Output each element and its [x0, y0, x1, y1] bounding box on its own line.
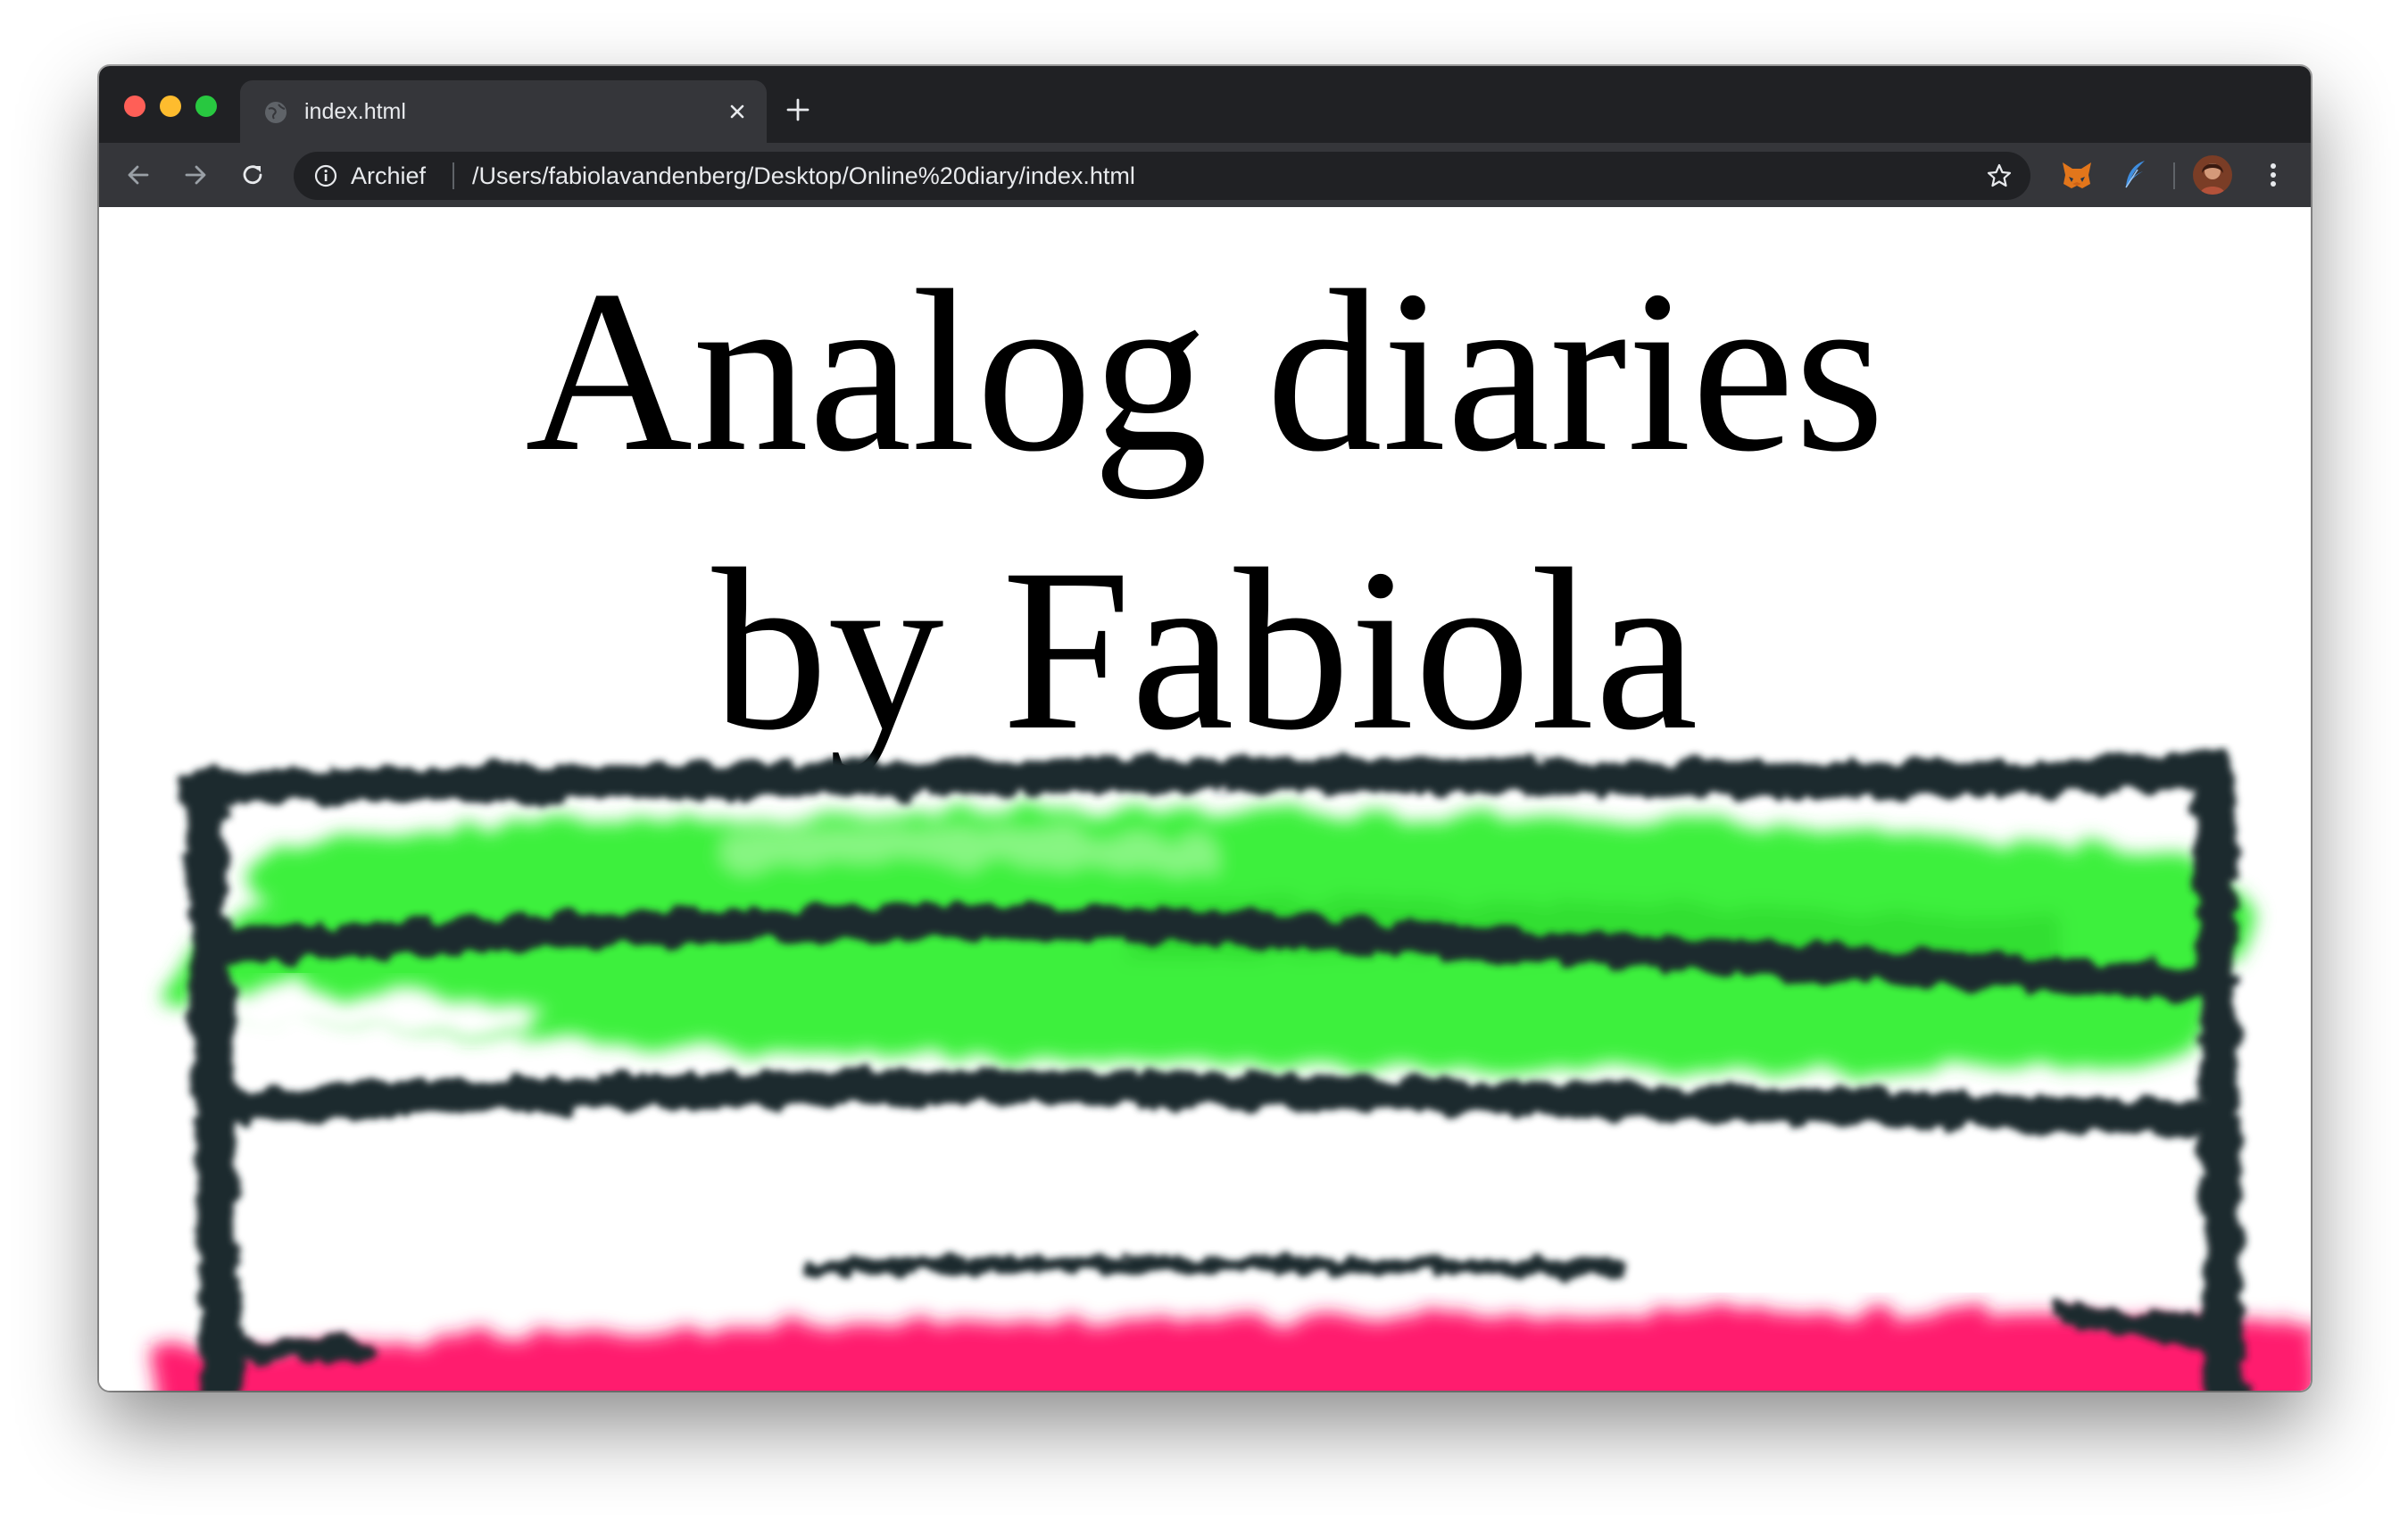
- fox-extension-icon[interactable]: [2059, 157, 2095, 193]
- avatar[interactable]: [2193, 155, 2232, 195]
- plus-icon[interactable]: [785, 96, 811, 123]
- tab-strip: index.html: [99, 66, 2311, 143]
- screenshot-stage: index.html Archief /Users/fabiolavandenb…: [0, 0, 2408, 1521]
- omnibox-divider: [453, 162, 454, 189]
- address-bar[interactable]: Archief /Users/fabiolavandenberg/Desktop…: [294, 152, 2030, 200]
- tab-index-html[interactable]: index.html: [240, 80, 767, 143]
- minimize-window-button[interactable]: [160, 96, 181, 117]
- page-title-line-1: Analog diaries: [525, 243, 1885, 500]
- browser-toolbar: Archief /Users/fabiolavandenberg/Desktop…: [99, 143, 2311, 207]
- close-window-button[interactable]: [124, 96, 145, 117]
- reload-icon[interactable]: [237, 159, 269, 191]
- browser-window: index.html Archief /Users/fabiolavandenb…: [99, 66, 2311, 1391]
- feather-extension-icon[interactable]: [2118, 157, 2154, 193]
- site-info-label[interactable]: Archief: [351, 162, 426, 190]
- arrow-right-icon[interactable]: [179, 159, 212, 191]
- zoom-window-button[interactable]: [195, 96, 217, 117]
- pink-paint-band: [156, 1314, 2311, 1391]
- kebab-menu-icon[interactable]: [2257, 159, 2289, 191]
- close-icon[interactable]: [724, 98, 751, 125]
- info-icon[interactable]: [313, 163, 338, 188]
- page-viewport: Analog diaries by Fabiola: [99, 207, 2311, 1391]
- page-title: Analog diaries by Fabiola: [99, 232, 2311, 789]
- url-text[interactable]: /Users/fabiolavandenberg/Desktop/Online%…: [472, 162, 1135, 190]
- profile-photo: [2193, 155, 2232, 195]
- globe-icon: [265, 102, 286, 123]
- arrow-left-icon[interactable]: [122, 159, 154, 191]
- star-icon[interactable]: [1986, 162, 2013, 189]
- spray-painted-bench: [156, 749, 2311, 1391]
- tab-title: index.html: [304, 99, 406, 124]
- toolbar-divider: [2173, 162, 2175, 189]
